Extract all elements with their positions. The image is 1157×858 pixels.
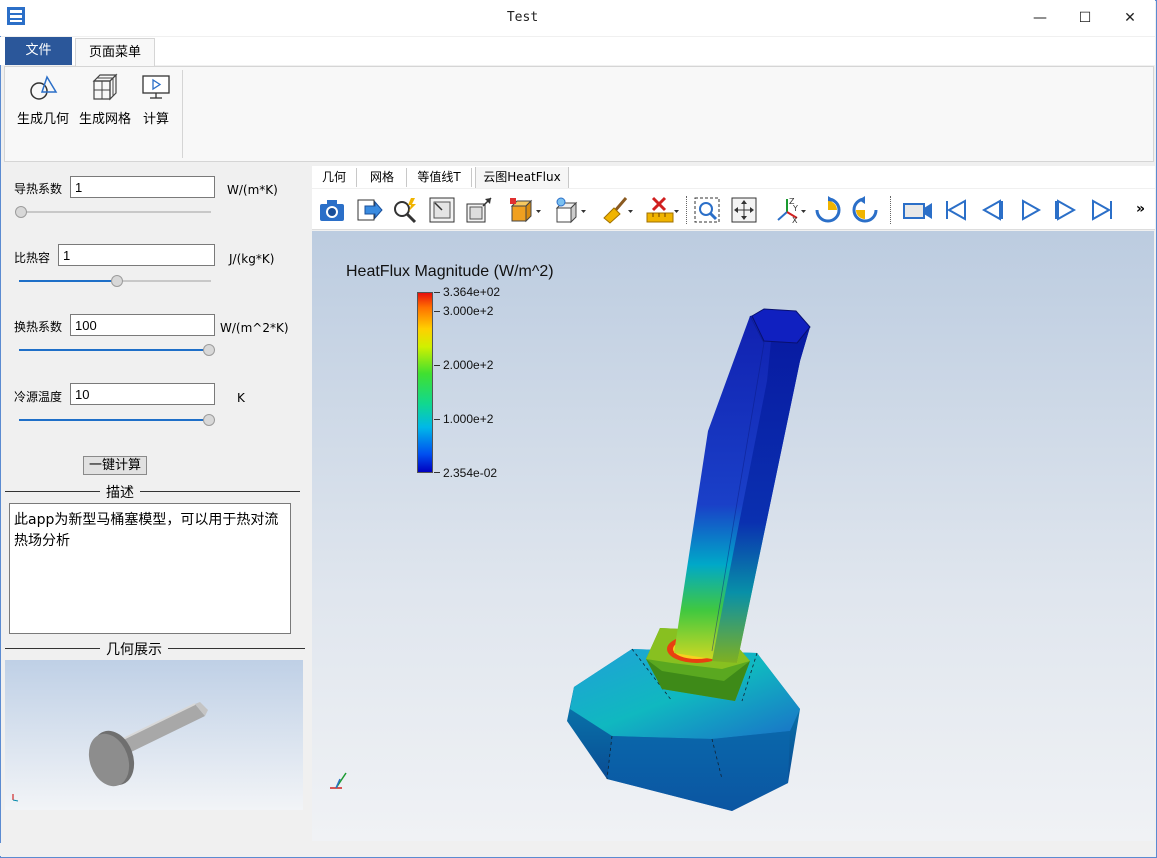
light-display-icon[interactable] — [553, 196, 587, 224]
conductivity-slider-thumb[interactable] — [15, 206, 27, 218]
cold-temp-label: 冷源温度 — [14, 390, 63, 404]
conductivity-unit: W/(m*K) — [227, 183, 278, 197]
camera-icon[interactable] — [318, 196, 346, 224]
tab-file[interactable]: 文件 — [5, 37, 72, 65]
heat-transfer-unit: W/(m^2*K) — [220, 321, 289, 335]
ribbon-label-geometry: 生成几何 — [16, 112, 69, 127]
maximize-button[interactable]: ☐ — [1062, 0, 1108, 36]
rotate-cw-icon[interactable] — [814, 196, 842, 224]
tab-contour-t[interactable]: 等值线T — [410, 167, 468, 188]
heat-transfer-label: 换热系数 — [14, 320, 63, 334]
render-viewport[interactable]: HeatFlux Magnitude (W/m^2) 3.364e+02 3.0… — [312, 231, 1154, 841]
geometry-preview-title: 几何展示 — [100, 639, 168, 659]
one-click-compute-button[interactable]: 一键计算 — [83, 456, 147, 475]
ribbon-panel — [4, 66, 1154, 162]
zoom-region-icon[interactable] — [693, 196, 721, 224]
prev-frame-icon[interactable] — [978, 196, 1006, 224]
ribbon-label-compute: 计算 — [142, 112, 169, 127]
close-button[interactable]: ✕ — [1107, 0, 1153, 36]
conductivity-label: 导热系数 — [14, 182, 63, 196]
tab-mesh[interactable]: 网格 — [360, 167, 404, 188]
heat-transfer-input[interactable] — [70, 314, 215, 336]
mesh-icon — [92, 73, 118, 101]
description-title: 描述 — [100, 482, 140, 502]
ruler-icon[interactable] — [645, 196, 679, 224]
cold-temp-input[interactable] — [70, 383, 215, 405]
pan-icon[interactable] — [730, 196, 758, 224]
play-icon[interactable] — [1015, 196, 1043, 224]
ribbon-label-mesh: 生成网格 — [78, 112, 131, 127]
fit-icon[interactable] — [428, 196, 456, 224]
cold-temp-slider-thumb[interactable] — [203, 414, 215, 426]
svg-text:X: X — [792, 216, 798, 224]
heat-transfer-slider-thumb[interactable] — [203, 344, 215, 356]
ribbon-divider — [182, 70, 183, 158]
toolbar-separator — [686, 196, 688, 224]
tab-heatflux[interactable]: 云图HeatFlux — [475, 167, 569, 188]
rotate-ccw-icon[interactable] — [851, 196, 879, 224]
specific-heat-slider-thumb[interactable] — [111, 275, 123, 287]
compute-button[interactable]: 计算 — [138, 72, 174, 127]
export-icon[interactable] — [355, 196, 383, 224]
geometry-icon — [30, 75, 58, 100]
specific-heat-slider[interactable] — [116, 280, 211, 282]
ribbon-tab-bar — [0, 37, 1155, 65]
box-display-icon[interactable] — [508, 196, 542, 224]
video-icon[interactable] — [902, 196, 934, 224]
plunger-geometry-icon — [12, 702, 208, 802]
specific-heat-unit: J/(kg*K) — [229, 252, 275, 266]
conductivity-input[interactable] — [70, 176, 215, 198]
tab-page-menu[interactable]: 页面菜单 — [75, 38, 155, 67]
resize-icon[interactable] — [465, 196, 493, 224]
tab-separator — [471, 168, 472, 187]
toolbar-separator — [890, 196, 892, 224]
window-title: Test — [506, 10, 539, 25]
description-divider — [5, 491, 300, 492]
tab-separator — [406, 168, 407, 187]
tab-separator — [356, 168, 357, 187]
specific-heat-input[interactable] — [58, 244, 215, 266]
last-frame-icon[interactable] — [1089, 196, 1117, 224]
conductivity-slider[interactable] — [19, 211, 211, 213]
specific-heat-slider-fill — [19, 280, 116, 282]
more-icon[interactable]: » — [1136, 201, 1145, 217]
specific-heat-label: 比热容 — [14, 251, 51, 265]
generate-mesh-button[interactable]: 生成网格 — [77, 72, 133, 127]
next-frame-icon[interactable] — [1052, 196, 1080, 224]
generate-geometry-button[interactable]: 生成几何 — [14, 72, 72, 127]
cold-temp-slider[interactable] — [19, 419, 209, 421]
heatflux-model — [330, 308, 811, 811]
zoom-magic-icon[interactable] — [391, 196, 419, 224]
svg-text:Y: Y — [792, 204, 798, 213]
heat-transfer-slider[interactable] — [19, 349, 209, 351]
tab-geometry[interactable]: 几何 — [314, 167, 354, 188]
description-text: 此app为新型马桶塞模型，可以用于热对流热场分析 — [9, 503, 291, 634]
compute-icon — [142, 75, 170, 99]
minimize-button[interactable]: — — [1017, 0, 1063, 36]
geometry-preview[interactable] — [5, 660, 303, 810]
clear-icon[interactable] — [600, 196, 634, 224]
status-bar — [0, 843, 1155, 856]
first-frame-icon[interactable] — [941, 196, 969, 224]
axes-icon[interactable]: ZYX — [773, 196, 807, 224]
cold-temp-unit: K — [237, 391, 245, 405]
